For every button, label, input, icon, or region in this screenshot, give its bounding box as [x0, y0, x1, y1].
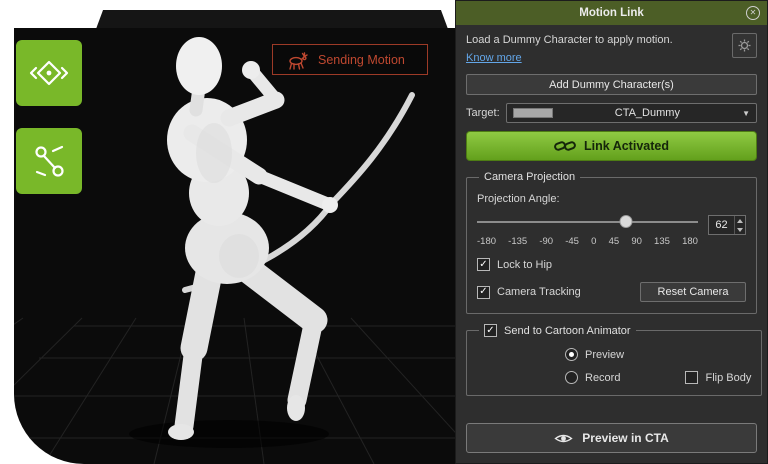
spin-up-icon[interactable] [735, 216, 745, 225]
send-to-cartoon-animator-group: ✓ Send to Cartoon Animator Preview Recor… [466, 324, 762, 396]
send-to-ca-label: Send to Cartoon Animator [504, 325, 631, 337]
close-icon[interactable]: ✕ [746, 6, 760, 20]
tick-label: 90 [631, 236, 642, 247]
flip-body-checkbox[interactable] [685, 371, 698, 384]
preview-in-cta-label: Preview in CTA [582, 431, 668, 445]
motion-link-button[interactable] [16, 128, 82, 194]
settings-button[interactable] [732, 33, 757, 58]
tick-label: 45 [609, 236, 620, 247]
target-dropdown[interactable]: CTA_Dummy ▼ [506, 103, 757, 123]
intro-row: Load a Dummy Character to apply motion. … [466, 33, 757, 66]
camera-projection-group: Camera Projection Projection Angle: -180… [466, 171, 757, 314]
projection-angle-slider[interactable] [477, 215, 698, 229]
sending-motion-indicator: Sending Motion [272, 44, 428, 75]
chevron-down-icon: ▼ [742, 109, 750, 118]
deer-icon [285, 50, 309, 70]
panel-header: Motion Link ✕ [456, 1, 767, 25]
tick-label: 135 [654, 236, 670, 247]
motion-link-panel: Motion Link ✕ Load a Dummy Character to … [455, 0, 768, 464]
mocap-gear-icon [29, 53, 69, 93]
mocap-gear-button[interactable] [16, 40, 82, 106]
link-icon [554, 138, 576, 154]
record-radio[interactable] [565, 371, 578, 384]
dummy-character [167, 37, 412, 440]
projection-angle-value-box: 62 [708, 215, 746, 235]
tick-label: -135 [508, 236, 527, 247]
link-activated-label: Link Activated [584, 139, 669, 153]
camera-projection-title: Camera Projection [479, 171, 580, 183]
reset-camera-button[interactable]: Reset Camera [640, 282, 746, 302]
record-radio-label: Record [585, 372, 620, 384]
link-activated-button[interactable]: Link Activated [466, 131, 757, 161]
tick-label: 180 [682, 236, 698, 247]
slider-track [477, 221, 698, 223]
flip-body-label: Flip Body [705, 372, 751, 384]
add-dummy-button[interactable]: Add Dummy Character(s) [466, 74, 757, 95]
spin-down-icon[interactable] [735, 225, 745, 234]
target-label: Target: [466, 107, 500, 119]
send-to-ca-checkbox[interactable]: ✓ [484, 324, 497, 337]
lock-to-hip-checkbox[interactable]: ✓ [477, 258, 490, 271]
angle-spinners [734, 216, 745, 234]
target-row: Target: CTA_Dummy ▼ [466, 103, 757, 123]
projection-angle-label: Projection Angle: [477, 193, 746, 205]
eye-icon [554, 432, 573, 445]
gear-icon [737, 38, 752, 53]
target-thumbnail [513, 108, 553, 118]
tick-label: -45 [565, 236, 579, 247]
tick-label: -180 [477, 236, 496, 247]
intro-text: Load a Dummy Character to apply motion. [466, 33, 673, 48]
projection-angle-handle[interactable] [619, 215, 632, 228]
motion-link-icon [29, 141, 69, 181]
preview-in-cta-button[interactable]: Preview in CTA [466, 423, 757, 453]
panel-content: Load a Dummy Character to apply motion. … [456, 25, 767, 463]
slider-tick-labels: -180 -135 -90 -45 0 45 90 135 180 [477, 236, 698, 247]
tick-label: -90 [539, 236, 553, 247]
tick-label: 0 [591, 236, 596, 247]
camera-tracking-checkbox[interactable]: ✓ [477, 286, 490, 299]
target-value: CTA_Dummy [559, 107, 736, 119]
scene-backdrop [96, 10, 448, 29]
preview-radio[interactable] [565, 348, 578, 361]
know-more-link[interactable]: Know more [466, 52, 522, 64]
camera-tracking-label: Camera Tracking [497, 286, 581, 298]
lock-to-hip-label: Lock to Hip [497, 259, 552, 271]
preview-radio-label: Preview [585, 349, 624, 361]
figure-shadow [129, 420, 329, 448]
sending-motion-label: Sending Motion [318, 53, 405, 67]
projection-angle-value[interactable]: 62 [709, 216, 734, 234]
panel-title: Motion Link [579, 7, 644, 19]
